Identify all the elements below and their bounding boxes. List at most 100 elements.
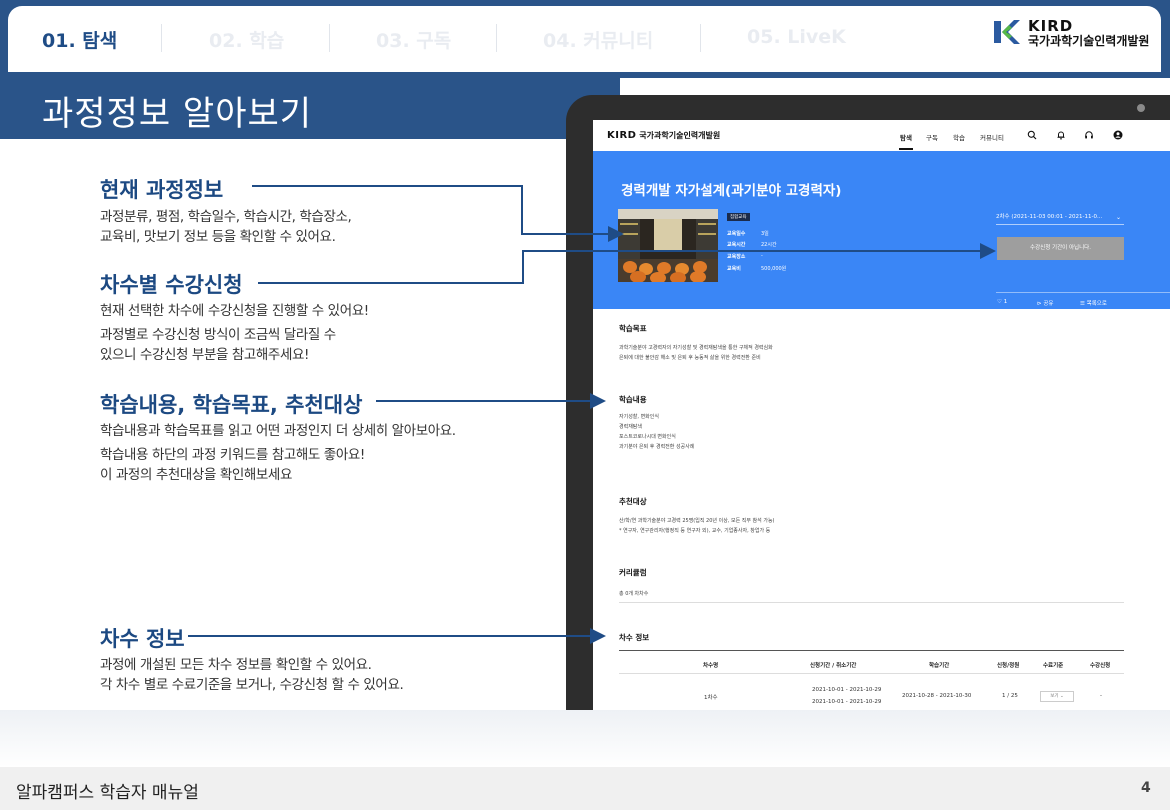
headset-icon[interactable] (1084, 130, 1094, 140)
table-header: 신청/정원 (997, 663, 1020, 669)
info-value: - (761, 253, 763, 259)
text-line: 현재 선택한 차수에 수강신청을 진행할 수 있어요! (100, 303, 369, 319)
footer: 알파캠퍼스 학습자 매뉴얼 4 (0, 767, 1170, 810)
app-nav-learning[interactable]: 학습 (953, 132, 965, 142)
text-line: 산/학/연 과학기술분야 고경력 25명(입직 20년 이상, 모든 직무 참석… (619, 518, 775, 524)
heart-icon: ♡ (997, 299, 1002, 305)
table-header: 신청기간 / 취소기간 (810, 663, 857, 669)
app-nav-explore[interactable]: 탐색 (900, 132, 912, 142)
section-title-session-apply: 차수별 수강신청 (100, 273, 243, 297)
content-heading: 학습내용 (619, 395, 647, 404)
nav-separator (496, 24, 497, 52)
nav-separator (161, 24, 162, 52)
course-title: 경력개발 자가설계(과기분야 고경력자) (621, 183, 842, 199)
curriculum-heading: 커리큘럼 (619, 568, 647, 577)
app-nav-subscribe[interactable]: 구독 (926, 132, 938, 142)
list-button[interactable]: ☰ 목록으로 (1080, 299, 1107, 307)
text-line: 있으니 수강신청 부분을 참고해주세요! (100, 347, 310, 363)
page-title: 과정정보 알아보기 (42, 94, 313, 134)
info-label: 교육시간 (727, 242, 746, 248)
session-select[interactable]: 2차수 (2021-11-03 00:01 - 2021-11-0... (996, 211, 1124, 225)
text-line: 이 과정의 추천대상을 확인해보세요 (100, 467, 292, 483)
list-label: 목록으로 (1086, 301, 1107, 307)
cancel-period: 2021-10-01 - 2021-10-29 (812, 699, 882, 705)
tablet-camera (1137, 104, 1145, 112)
share-button[interactable]: ⊳ 공유 (1037, 299, 1053, 307)
text-line: 학습내용과 학습목표를 읽고 어떤 과정인지 더 상세히 알아보아요. (100, 423, 456, 439)
section-body-session-apply: 현재 선택한 차수에 수강신청을 진행할 수 있어요! 과정별로 수강신청 방식… (100, 301, 369, 365)
info-value: 500,000원 (761, 266, 787, 272)
table-header: 수강신청 (1090, 663, 1111, 669)
like-count: 1 (1003, 299, 1008, 305)
section-body-course-info: 과정분류, 평점, 학습일수, 학습시간, 학습장소, 교육비, 맛보기 정보 … (100, 207, 352, 247)
text-line: 은퇴에 대한 불안감 해소 및 은퇴 후 능동적 삶을 위한 경력전환 준비 (619, 355, 761, 361)
nav-tab-community[interactable]: 04. 커뮤니티 (543, 26, 653, 53)
course-hero: 경력개발 자가설계(과기분야 고경력자) 집합교육 교육일수 3일 교육시간 2… (593, 151, 1170, 309)
page-number: 4 (1141, 780, 1151, 796)
session-name: 1차수 (704, 695, 718, 701)
target-text: 산/학/연 과학기술분야 고경력 25명(입직 20년 이상, 모든 직무 참석… (619, 516, 775, 536)
text-line: 경력재탐색 (619, 424, 643, 430)
nav-tab-explore[interactable]: 01. 탐색 (42, 26, 117, 53)
text-line: 과정별로 수강신청 방식이 조금씩 달라질 수 (100, 327, 336, 343)
app-logo[interactable]: KIRD 국가과학기술인력개발원 (607, 130, 720, 141)
table-header: 학습기간 (929, 663, 950, 669)
target-heading: 추천대상 (619, 497, 647, 506)
apply-period: 2021-10-01 - 2021-10-29 (812, 687, 882, 693)
section-title-session-info: 차수 정보 (100, 627, 185, 651)
hero-divider (996, 292, 1170, 293)
info-label: 교육일수 (727, 231, 746, 237)
info-label: 교육비 (727, 266, 741, 272)
text-line: 각 차수 별로 수료기준을 보거나, 수강신청 할 수 있어요. (100, 677, 404, 693)
logo-org: 국가과학기술인력개발원 (1028, 34, 1150, 48)
top-navigation: 01. 탐색 02. 학습 03. 구독 04. 커뮤니티 05. LiveK (8, 6, 1161, 72)
kird-logo: KIRD 국가과학기술인력개발원 (992, 17, 1149, 52)
tablet-screen: KIRD 국가과학기술인력개발원 탐색 구독 학습 커뮤니티 경력개발 자가설계… (593, 120, 1170, 715)
nav-tab-learning[interactable]: 02. 학습 (209, 26, 284, 53)
section-title-course-info: 현재 과정정보 (100, 178, 224, 202)
nav-tab-livek[interactable]: 05. LiveK (747, 26, 846, 48)
divider (619, 602, 1124, 603)
text-line: 자기성찰, 변화인식 (619, 414, 659, 420)
table-header: 수료기준 (1043, 663, 1064, 669)
user-icon[interactable] (1113, 130, 1123, 140)
apply-status: - (1100, 693, 1102, 699)
text-line: 교육비, 맛보기 정보 등을 확인할 수 있어요. (100, 229, 336, 245)
info-value: 3일 (761, 231, 769, 237)
criteria-select[interactable]: 보기 ⌄ (1040, 691, 1074, 702)
info-label: 교육장소 (727, 254, 746, 260)
share-icon: ⊳ (1037, 301, 1042, 307)
goal-text: 과학기술분야 고경력자의 자기성찰 및 경력재탐색을 통한 구체적 경력심화 은… (619, 343, 773, 363)
bell-icon[interactable] (1056, 130, 1066, 140)
app-logo-text: 국가과학기술인력개발원 (639, 131, 721, 140)
text-line: 과기분야 은퇴 후 경력전환 성공사례 (619, 444, 695, 450)
course-type-badge: 집합교육 (727, 213, 750, 221)
apply-button[interactable]: 수강신청 기간이 아닙니다. (997, 237, 1124, 260)
chevron-down-icon: ⌄ (1116, 214, 1122, 221)
search-icon[interactable] (1027, 130, 1037, 140)
text-line: 과정에 개설된 모든 차수 정보를 확인할 수 있어요. (100, 657, 372, 673)
nav-tab-subscribe[interactable]: 03. 구독 (376, 26, 451, 53)
session-info-heading: 차수 정보 (619, 633, 650, 642)
table-header: 차수명 (703, 663, 719, 669)
list-icon: ☰ (1080, 301, 1085, 307)
active-tab-indicator (899, 148, 913, 150)
capacity: 1 / 25 (1002, 693, 1018, 699)
nav-separator (329, 24, 330, 52)
title-band: 과정정보 알아보기 (0, 72, 620, 139)
text-line: * 연구자, 연구관리자(행정직 등 연구자 외), 교수, 기업종사자, 창업… (619, 528, 771, 534)
classroom-image (618, 209, 718, 282)
text-line: 포스트코로나시대 변화인식 (619, 434, 676, 440)
content-text: 자기성찰, 변화인식 경력재탐색 포스트코로나시대 변화인식 과기분야 은퇴 후… (619, 412, 694, 452)
criteria-label: 보기 (1050, 694, 1059, 699)
nav-separator (700, 24, 701, 52)
app-nav-community[interactable]: 커뮤니티 (980, 132, 1004, 142)
text-line: 학습내용 하단의 과정 키워드를 참고해도 좋아요! (100, 447, 365, 463)
like-button[interactable]: ♡ 1 (997, 299, 1007, 305)
text-line: 과정분류, 평점, 학습일수, 학습시간, 학습장소, (100, 209, 352, 225)
section-body-content-goal-target: 학습내용과 학습목표를 읽고 어떤 과정인지 더 상세히 알아보아요. 학습내용… (100, 421, 456, 485)
app-logo-brand: KIRD (607, 130, 637, 141)
footer-title: 알파캠퍼스 학습자 매뉴얼 (16, 783, 199, 803)
share-label: 공유 (1043, 301, 1054, 307)
bottom-shade (0, 710, 1170, 767)
